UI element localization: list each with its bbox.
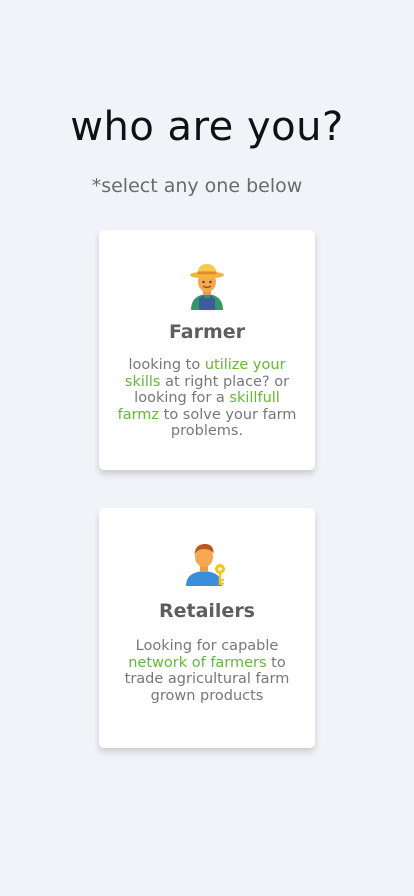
retailer-card-description: Looking for capable network of farmers t… xyxy=(124,638,290,704)
page-title: who are you? xyxy=(70,104,344,150)
retailer-card[interactable]: Retailers Looking for capable network of… xyxy=(99,508,315,748)
farmer-icon xyxy=(99,262,315,310)
farmer-card-title: Farmer xyxy=(168,321,246,343)
retailer-card-title: Retailers xyxy=(158,600,255,622)
page-subtitle: *select any one below xyxy=(91,175,303,197)
retailer-icon xyxy=(99,540,315,588)
farmer-card[interactable]: Farmer looking to utilize your skills at… xyxy=(99,230,315,470)
farmer-card-description: looking to utilize your skills at right … xyxy=(117,357,297,439)
